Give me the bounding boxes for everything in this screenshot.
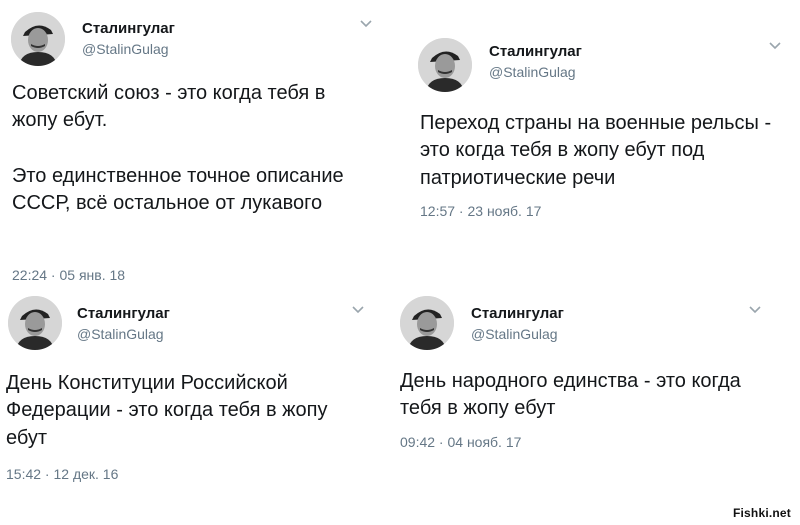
- author-handle[interactable]: @StalinGulag: [82, 41, 169, 57]
- author-handle[interactable]: @StalinGulag: [77, 326, 164, 342]
- user-avatar-icon: [8, 296, 62, 350]
- author-handle[interactable]: @StalinGulag: [489, 64, 576, 80]
- author-name[interactable]: Сталингулаг: [489, 43, 582, 60]
- chevron-down-icon[interactable]: [360, 20, 372, 28]
- tweet-timestamp[interactable]: 12:57 · 23 нояб. 17: [420, 203, 541, 219]
- chevron-down-icon[interactable]: [769, 42, 781, 50]
- tweet-text-paragraph: Советский союз - это когда тебя в жопу е…: [12, 82, 326, 132]
- watermark-logo: Fishki.net: [729, 505, 794, 521]
- author-name[interactable]: Сталингулаг: [82, 20, 175, 37]
- author-handle[interactable]: @StalinGulag: [471, 326, 558, 342]
- author-name[interactable]: Сталингулаг: [471, 305, 564, 322]
- tweet-timestamp[interactable]: 15:42 · 12 дек. 16: [6, 466, 118, 482]
- author-name[interactable]: Сталингулаг: [77, 305, 170, 322]
- tweet-text: День Конституции Российской Федерации - …: [6, 370, 366, 452]
- tweet-timestamp[interactable]: 22:24 · 05 янв. 18: [12, 267, 125, 283]
- chevron-down-icon[interactable]: [749, 306, 761, 314]
- avatar[interactable]: [418, 38, 472, 92]
- avatar[interactable]: [400, 296, 454, 350]
- user-avatar-icon: [418, 38, 472, 92]
- user-avatar-icon: [11, 12, 65, 66]
- tweet-text-paragraph: Это единственное точное описание СССР, в…: [12, 164, 344, 215]
- tweet-text-paragraph: Переход страны на военные рельсы - это к…: [420, 112, 772, 189]
- tweet-text: День народного единства - это когда тебя…: [400, 368, 760, 423]
- tweet-text-paragraph: День народного единства - это когда тебя…: [400, 370, 741, 420]
- tweet-text-paragraph: День Конституции Российской Федерации - …: [6, 372, 328, 449]
- user-avatar-icon: [400, 296, 454, 350]
- chevron-down-icon[interactable]: [352, 306, 364, 314]
- avatar[interactable]: [11, 12, 65, 66]
- tweet-text: Переход страны на военные рельсы - это к…: [420, 110, 780, 192]
- tweet-timestamp[interactable]: 09:42 · 04 нояб. 17: [400, 434, 521, 450]
- tweet-text: Советский союз - это когда тебя в жопу е…: [12, 80, 372, 218]
- avatar[interactable]: [8, 296, 62, 350]
